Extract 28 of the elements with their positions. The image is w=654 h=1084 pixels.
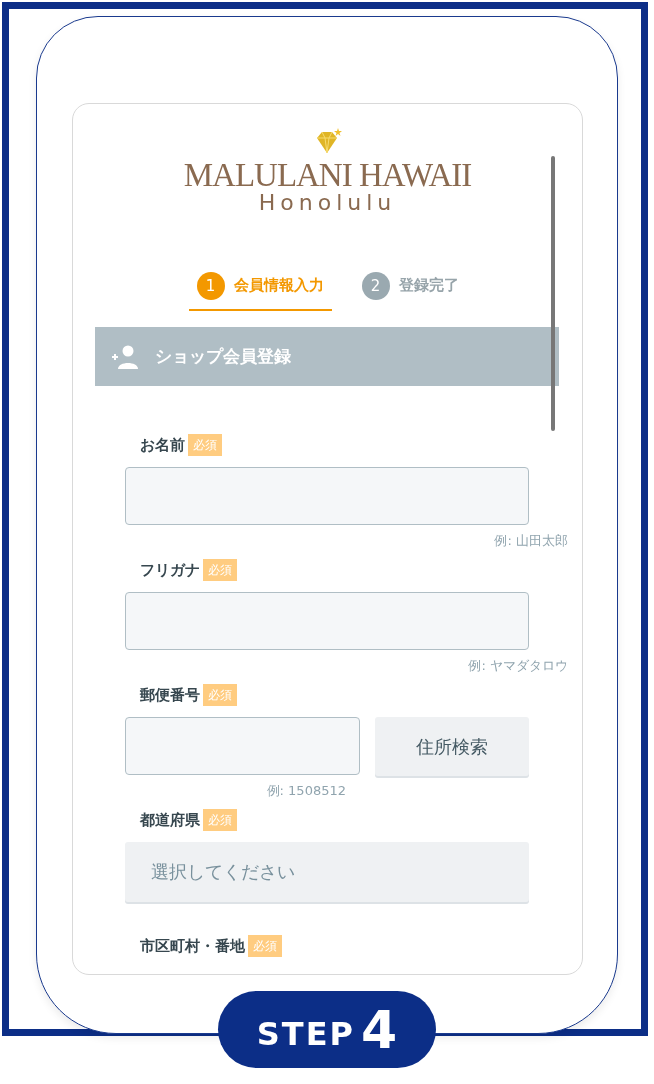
- required-badge: 必須: [203, 809, 237, 831]
- step-tab[interactable]: 2 登録完了: [353, 270, 467, 311]
- field-label: フリガナ: [140, 560, 200, 580]
- required-badge: 必須: [203, 559, 237, 581]
- step-number: 2: [361, 271, 390, 300]
- step-badge: STEP 4: [218, 991, 436, 1068]
- section-title: ショップ会員登録: [155, 345, 291, 368]
- add-user-icon: [111, 344, 139, 369]
- example-hint: 例: ヤマダタロウ: [467, 658, 569, 674]
- logo-subtitle: Honolulu: [258, 192, 397, 214]
- scrollbar[interactable]: [551, 156, 555, 431]
- logo-title: MALULANI HAWAII: [183, 158, 472, 192]
- address-search-button[interactable]: 住所検索: [375, 717, 529, 776]
- field-label: 都道府県: [140, 810, 200, 830]
- example-hint: 例: 1508512: [265, 783, 347, 799]
- required-badge: 必須: [203, 684, 237, 706]
- field-label: お名前: [140, 435, 185, 455]
- input-field[interactable]: [125, 592, 529, 650]
- required-badge: 必須: [188, 434, 222, 456]
- postal-code-field[interactable]: [125, 717, 360, 775]
- input-field[interactable]: [125, 467, 529, 525]
- required-badge: 必須: [248, 935, 282, 957]
- step-number: 1: [196, 271, 225, 300]
- step-tab[interactable]: 1 会員情報入力: [188, 270, 332, 311]
- example-hint: 例: 山田太郎: [493, 533, 569, 549]
- field-label: 市区町村・番地: [140, 936, 245, 956]
- prefecture-select[interactable]: 選択してください: [125, 842, 529, 902]
- field-label: 郵便番号: [140, 685, 200, 705]
